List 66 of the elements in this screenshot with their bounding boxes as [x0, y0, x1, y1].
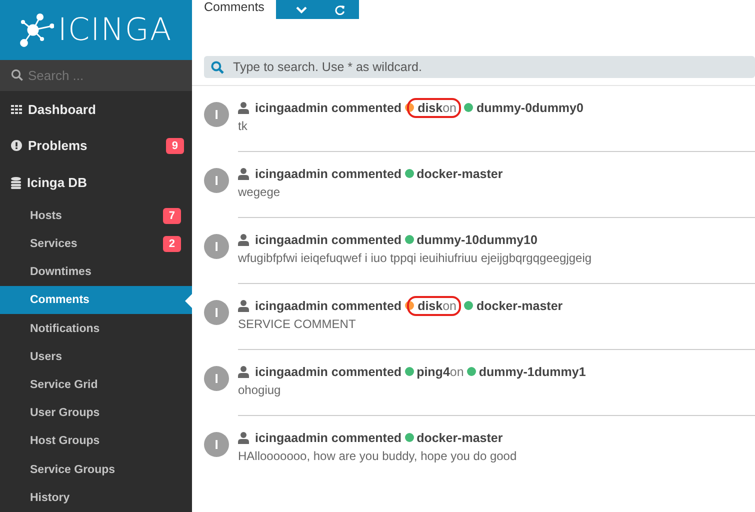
host-link[interactable]: dummy-1dummy1: [478, 364, 586, 378]
comment-text: HAllooooooo, how are you buddy, hope you do good: [238, 449, 518, 463]
search-icon: [211, 60, 224, 74]
menu-item[interactable]: User Groups: [0, 399, 192, 428]
comment-text: tk: [238, 119, 248, 133]
avatar: I: [204, 102, 229, 127]
author-text: icingaadmin commented: [255, 100, 402, 114]
search-field[interactable]: Search ...: [0, 60, 192, 91]
count-badge: 7: [162, 208, 181, 224]
service-link[interactable]: disk: [418, 298, 443, 312]
host-link[interactable]: docker-master: [476, 298, 563, 312]
menu-item[interactable]: Host Groups: [0, 427, 192, 456]
on-label: on: [442, 100, 456, 114]
menu-item[interactable]: Notifications: [0, 314, 192, 343]
menu-item[interactable]: Comments: [0, 286, 192, 314]
search-input[interactable]: Type to search. Use * as wildcard.: [233, 60, 755, 74]
avatar: I: [204, 366, 229, 391]
host-link[interactable]: dummy-0dummy0: [476, 100, 584, 114]
logo-text: ICINGA: [58, 12, 172, 48]
author-text: icingaadmin commented: [255, 166, 402, 180]
comment-text: wfugibfpfwi ieiqefuqwef i iuo tppqi ieuihiufriuu ejeijgbqrgqgeegjgeig: [238, 251, 593, 265]
service-link[interactable]: disk: [418, 100, 443, 114]
logo-icon: [20, 13, 54, 48]
comment-text: ohogiug: [238, 383, 282, 397]
on-label: on: [450, 364, 464, 378]
comment-text: wegege: [238, 185, 282, 199]
menu-item[interactable]: Icinga DB: [0, 164, 192, 202]
host-link[interactable]: dummy-10dummy10: [416, 232, 538, 246]
count-badge: 2: [162, 236, 181, 252]
author-text: icingaadmin commented: [255, 364, 402, 378]
refresh-icon[interactable]: [335, 4, 346, 14]
user-icon: [238, 366, 249, 378]
user-icon: [238, 102, 249, 114]
menu-item[interactable]: Hosts 7: [0, 201, 192, 230]
host-link[interactable]: docker-master: [416, 166, 503, 180]
menu-item[interactable]: Downtimes: [0, 258, 192, 286]
user-icon: [238, 300, 249, 312]
comment-text: SERVICE COMMENT: [238, 317, 357, 331]
user-icon: [238, 168, 249, 180]
author-text: icingaadmin commented: [255, 430, 402, 444]
author-text: icingaadmin commented: [255, 298, 402, 312]
user-icon: [238, 234, 249, 246]
exclamation-icon: [11, 140, 22, 152]
database-icon: [11, 176, 21, 189]
on-label: on: [442, 298, 456, 312]
chevron-down-icon[interactable]: [296, 6, 308, 14]
menu-item[interactable]: Problems 9: [0, 128, 192, 164]
user-icon: [238, 432, 249, 444]
menu-item[interactable]: Dashboard: [0, 90, 192, 128]
host-link[interactable]: docker-master: [416, 430, 503, 444]
menu-item[interactable]: Services 2: [0, 230, 192, 258]
search-icon: [11, 69, 23, 82]
menu-item[interactable]: Service Grid: [0, 370, 192, 400]
avatar: I: [204, 234, 229, 259]
search-input[interactable]: Search ...: [28, 68, 168, 83]
author-text: icingaadmin commented: [255, 232, 402, 246]
avatar: I: [204, 300, 229, 325]
menu-item[interactable]: Users: [0, 342, 192, 371]
grid-icon: [11, 104, 22, 114]
menu-item[interactable]: History: [0, 484, 192, 512]
search-field[interactable]: Type to search. Use * as wildcard.: [204, 56, 755, 78]
menu-item[interactable]: Service Groups: [0, 456, 192, 484]
avatar: I: [204, 168, 229, 193]
avatar: I: [204, 432, 229, 457]
service-link[interactable]: ping4: [416, 364, 450, 378]
count-badge: 9: [166, 138, 184, 154]
